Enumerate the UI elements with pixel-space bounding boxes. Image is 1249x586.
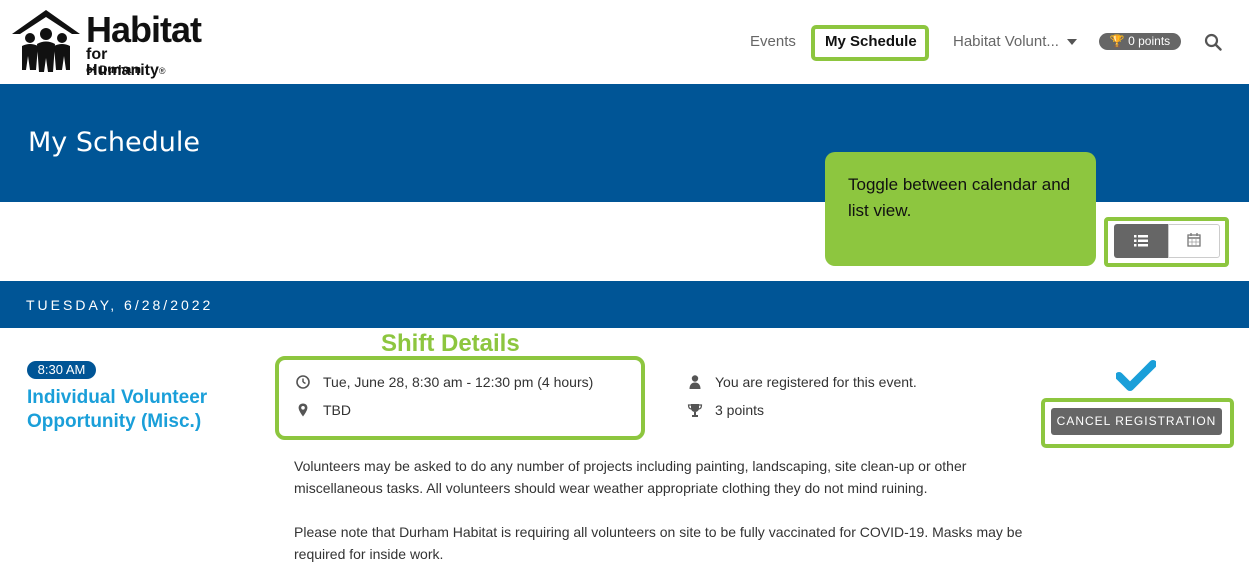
registration-status: You are registered for this event. [715, 374, 917, 390]
event-description-1: Volunteers may be asked to do any number… [294, 458, 967, 496]
logo-line3: of Durham [86, 64, 141, 76]
search-icon[interactable] [1204, 33, 1222, 51]
event-datetime-row: Tue, June 28, 8:30 am - 12:30 pm (4 hour… [295, 374, 593, 390]
calendar-icon [1187, 233, 1201, 247]
trophy-icon [687, 404, 703, 417]
event-location-row: TBD [295, 402, 351, 418]
map-marker-icon [298, 403, 308, 417]
list-icon [1134, 235, 1148, 247]
habitat-house-icon [12, 10, 80, 72]
chevron-down-icon[interactable] [1067, 39, 1077, 45]
user-icon [689, 375, 701, 389]
event-location: TBD [323, 402, 351, 418]
event-points-row: 3 points [687, 402, 764, 418]
clock-icon [296, 375, 310, 389]
day-header-label: TUESDAY, 6/28/2022 [26, 297, 214, 313]
list-view-button[interactable] [1114, 224, 1168, 258]
calendar-view-button[interactable] [1168, 224, 1220, 258]
shift-details-highlight [275, 356, 645, 440]
event-description-2: Please note that Durham Habitat is requi… [294, 524, 1023, 562]
shift-details-annotation: Shift Details [381, 330, 520, 357]
trophy-icon: 🏆 [1109, 34, 1125, 48]
points-badge[interactable]: 🏆 0 points [1099, 33, 1181, 50]
points-badge-label: 0 points [1128, 34, 1171, 48]
view-toggle-callout-text: Toggle between calendar and list view. [848, 175, 1071, 220]
logo-registered-mark: ® [158, 66, 166, 76]
cancel-registration-button[interactable]: CANCEL REGISTRATION [1051, 408, 1222, 435]
checkmark-icon [1116, 360, 1156, 391]
registration-status-row: You are registered for this event. [687, 374, 917, 390]
page-title: My Schedule [28, 127, 200, 158]
event-points: 3 points [715, 402, 765, 418]
habitat-logo[interactable]: Habitat for Humanity® of Durham [10, 8, 202, 82]
event-datetime: Tue, June 28, 8:30 am - 12:30 pm (4 hour… [323, 374, 594, 390]
event-time-badge: 8:30 AM [27, 361, 96, 379]
event-title-link[interactable]: Individual Volunteer Opportunity (Misc.) [27, 386, 257, 434]
nav-my-schedule-link[interactable]: My Schedule [825, 33, 917, 50]
site-header: Habitat for Humanity® of Durham Events M… [0, 0, 1249, 84]
nav-org-dropdown[interactable]: Habitat Volunt... [953, 33, 1059, 50]
logo-line1: Habitat [86, 9, 202, 50]
nav-events-link[interactable]: Events [750, 33, 796, 50]
